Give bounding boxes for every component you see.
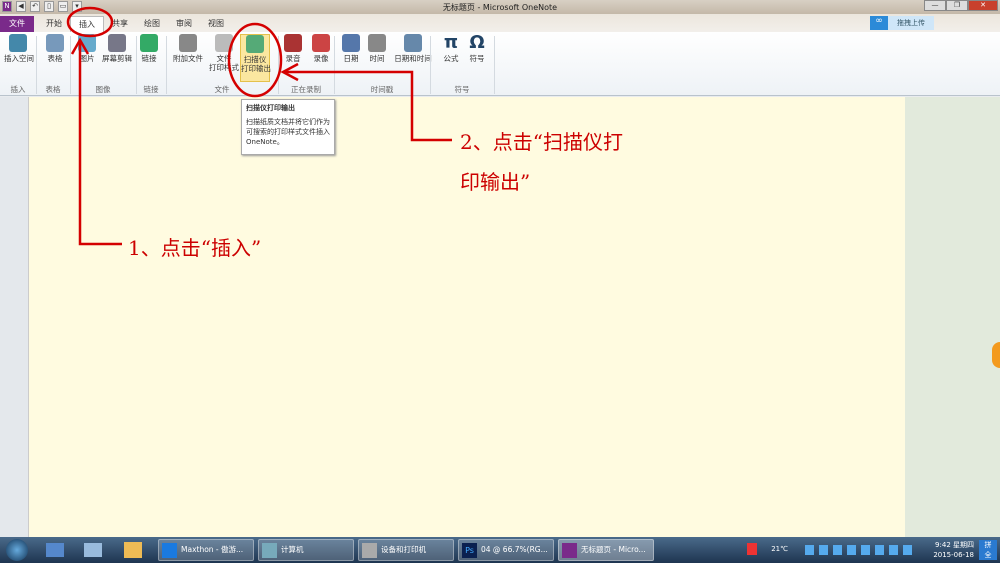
- arrow-2: [285, 70, 452, 142]
- computer-icon: [262, 543, 277, 558]
- clock-time[interactable]: 9:42 星期四: [935, 540, 974, 550]
- circle-insert-tab: [66, 6, 114, 38]
- weather-temp: 21℃: [771, 545, 788, 553]
- folder-icon[interactable]: [124, 542, 142, 558]
- annotation-step2-line1: 2、点击“扫描仪打: [460, 130, 623, 154]
- taskbar-item-onenote[interactable]: 无标题页 - Micro...: [558, 539, 654, 561]
- taskbar-item-printers[interactable]: 设备和打印机: [358, 539, 454, 561]
- onenote-icon: [562, 543, 577, 558]
- photoshop-icon: Ps: [462, 543, 477, 558]
- taskbar-item-maxthon[interactable]: Maxthon - 傲游...: [158, 539, 254, 561]
- clock-date[interactable]: 2015-06-18: [933, 551, 974, 559]
- taskbar: Maxthon - 傲游... 计算机 设备和打印机 Ps 04 @ 66.7%(…: [0, 537, 1000, 563]
- annotation-overlay: [66, 6, 452, 246]
- tray-icons[interactable]: [805, 545, 915, 555]
- start-button[interactable]: [6, 539, 28, 561]
- printer-icon: [362, 543, 377, 558]
- taskbar-item-photoshop[interactable]: Ps 04 @ 66.7%(RG...: [458, 539, 554, 561]
- annotation-step2-line2: 印输出”: [460, 170, 531, 194]
- annotation-step1: 1、点击“插入”: [128, 236, 262, 260]
- ime-indicator[interactable]: 拼 全: [979, 540, 997, 560]
- show-desktop-icon[interactable]: [46, 543, 64, 557]
- maxthon-icon: [162, 543, 177, 558]
- sogou-icon: [747, 543, 757, 555]
- taskbar-item-computer[interactable]: 计算机: [258, 539, 354, 561]
- arrow-1: [78, 42, 122, 246]
- circle-scanner-button: [227, 22, 283, 98]
- window-switch-icon[interactable]: [84, 543, 102, 557]
